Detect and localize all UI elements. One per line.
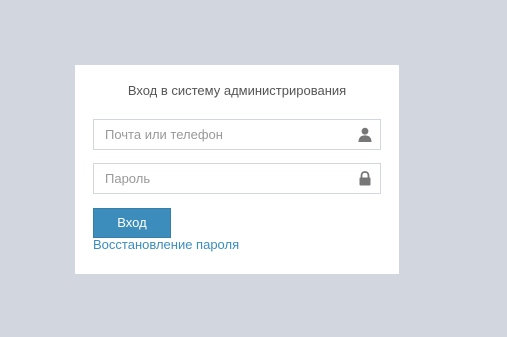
password-input[interactable] <box>94 164 355 193</box>
user-icon <box>358 127 372 142</box>
password-field[interactable] <box>93 163 381 194</box>
forgot-password-link[interactable]: Восстановление пароля <box>93 237 239 252</box>
login-button[interactable]: Вход <box>93 208 171 238</box>
login-title: Вход в систему администрирования <box>127 83 347 98</box>
lock-icon <box>358 171 372 186</box>
login-panel: Вход в систему администрирования Вход Во… <box>75 65 399 274</box>
email-field[interactable] <box>93 119 381 150</box>
email-input[interactable] <box>94 120 355 149</box>
